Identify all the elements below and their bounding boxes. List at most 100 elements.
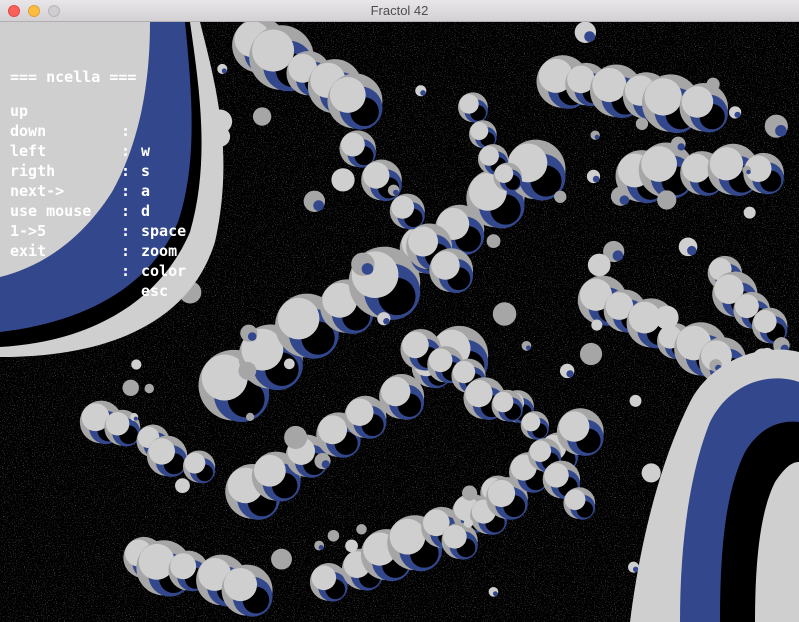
bulb-highlight [681,86,714,118]
bulb-small [654,305,679,330]
bulb-small [492,302,517,326]
bulb-small [743,206,756,219]
bulb-small [175,478,190,494]
fractal-canvas[interactable]: === ncella === up : w down : s left : a … [0,22,799,622]
menu-separator: : [121,242,131,260]
menu-action: a [141,182,151,200]
menu-separator: : [121,222,131,240]
menu-action: d [141,202,151,220]
bulb-highlight [402,331,429,359]
bulb-highlight [492,391,514,413]
bulb-small [327,529,340,542]
menu-item: exit : esc [10,221,168,300]
bulb-highlight [346,398,374,426]
menu-separator: : [121,122,131,140]
bulb-highlight [223,567,258,602]
bulb-small [657,190,677,210]
menu-separator: : [121,202,131,220]
fractol-window: Fractol 42 === ncella === up : w down: … [0,0,799,622]
bulb-small [331,168,355,192]
bulb-small [271,548,292,570]
bulb-small-blue [492,591,498,597]
bulb-highlight [105,412,130,436]
bulb-small-blue [775,125,787,137]
bulb-small-blue [566,370,574,378]
bulb-small [122,379,139,396]
bulb-small [635,117,649,130]
bulb-small [629,394,642,407]
menu-heading: === ncella === [10,47,136,86]
bulb-highlight [391,195,415,219]
menu-action: zoom [141,242,178,260]
bulb-small-blue [612,250,624,262]
menu-item: up : w [10,81,150,160]
bulb-small [345,539,358,553]
bulb-small [356,524,367,535]
bulb-highlight [329,77,366,113]
bulb-small-blue [318,545,324,550]
menu-action: color [141,262,187,280]
menu-item: down : s [10,101,150,180]
controls-overlay: === ncella === up : w down : s left : a … [10,47,186,300]
bulb-small-blue [594,134,600,140]
bulb-highlight [184,452,206,474]
bulb-small [641,463,661,483]
bulb-highlight [431,251,460,280]
menu-separator: : [121,162,131,180]
bulb-highlight [753,309,777,334]
bulb-small-blue [393,189,399,196]
bulb-highlight [381,376,411,407]
bulb-small [462,485,478,501]
bulb-small-blue [746,169,751,175]
bulb-small-blue [525,345,531,351]
bulb-highlight [479,146,499,166]
bulb-highlight [558,411,590,442]
bulb-small-blue [734,111,741,118]
bulb-highlight [277,297,320,340]
menu-item: next-> : space [10,161,186,240]
bulb-highlight [487,479,516,508]
menu-action: space [141,222,187,240]
bulb-highlight [389,518,426,555]
bulb-highlight [311,565,337,591]
bulb-highlight [459,94,479,114]
bulb-highlight [408,226,439,257]
bulb-small [144,383,154,394]
menu-key: exit [10,242,47,260]
bulb-small-blue [321,460,330,469]
bulb-highlight [529,440,552,462]
bulb-small-blue [313,200,324,211]
bulb-small [591,319,603,331]
menu-separator: : [121,142,131,160]
fractal-render[interactable] [0,22,799,622]
bulb-highlight [362,162,390,189]
bulb-highlight [148,438,175,465]
bulb-highlight [470,122,489,141]
bulb-small-blue [592,175,600,183]
menu-item: 1->5 : color [10,201,186,280]
bulb-highlight [170,553,197,580]
bulb-highlight [253,454,286,487]
bulb-highlight [494,164,514,183]
bulb-small-blue [584,31,595,42]
bulb-small [131,359,142,370]
bulb-highlight [318,415,348,445]
bulb-highlight [465,379,493,408]
bulb-highlight [452,360,476,384]
bulb-small-blue [383,318,390,325]
menu-action: s [141,162,151,180]
menu-item: rigth : d [10,141,150,220]
bulb-highlight [521,412,541,432]
bulb-highlight [341,132,365,157]
bulb-highlight [734,294,759,319]
bulb-small-blue [361,263,374,275]
bulb-small [706,77,720,91]
title-bar[interactable]: Fractol 42 [0,0,799,22]
bulb-highlight [709,147,744,181]
bulb-small [579,342,603,366]
bulb-highlight [428,348,453,373]
bulb-small [463,518,474,528]
bulb-small [554,190,567,203]
bulb-highlight [592,67,627,103]
bulb-small-blue [677,143,685,151]
